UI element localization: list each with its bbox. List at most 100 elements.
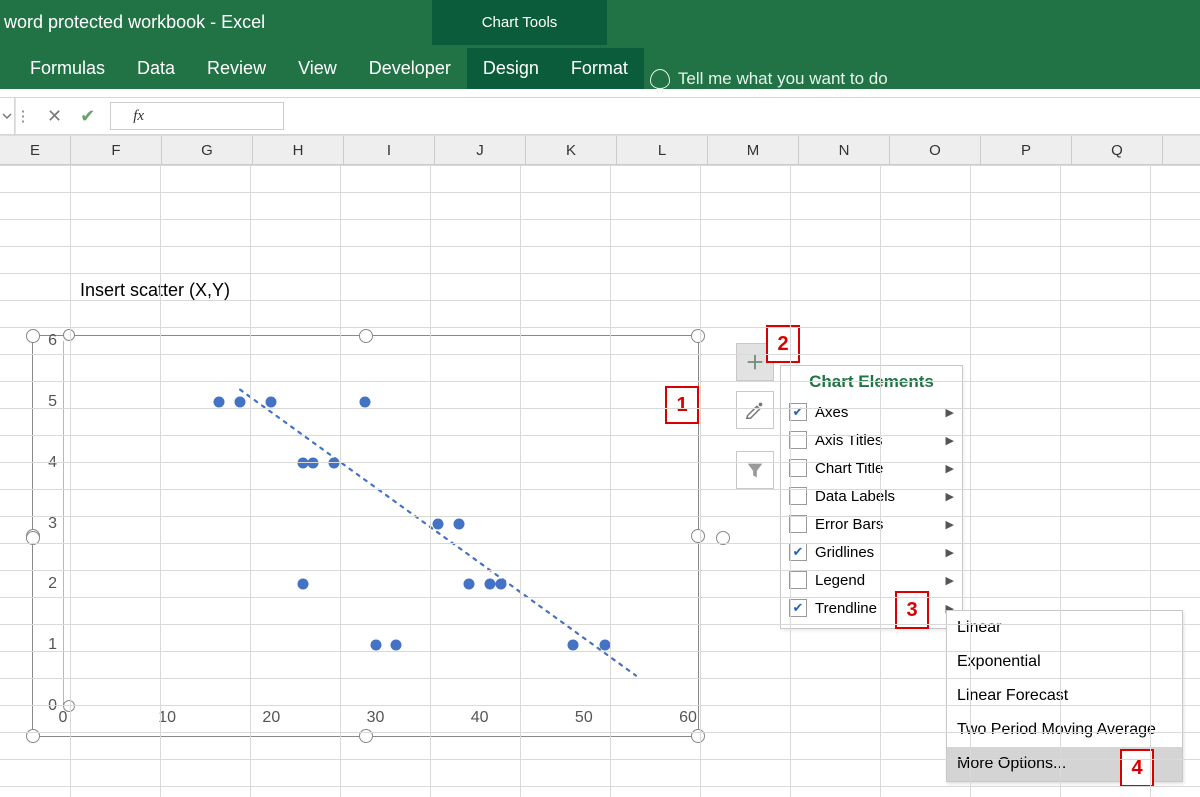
checkbox-icon[interactable] — [789, 571, 807, 589]
chart-element-item-data-labels[interactable]: Data Labels ▶ — [789, 482, 954, 510]
y-tick: 0 — [33, 697, 61, 715]
submenu-arrow-icon[interactable]: ▶ — [946, 462, 954, 475]
cell-F-text: Insert scatter (X,Y) — [80, 280, 230, 301]
col-P[interactable]: P — [981, 136, 1072, 164]
chart-styles-button[interactable] — [736, 391, 774, 429]
data-point[interactable] — [391, 640, 402, 651]
formula-bar: ⋮ ✕ ✔ fx — [0, 98, 1200, 135]
tab-design[interactable]: Design — [467, 48, 555, 89]
trendline-option-linear-forecast[interactable]: Linear Forecast — [947, 679, 1182, 713]
data-point[interactable] — [485, 579, 496, 590]
tab-data[interactable]: Data — [121, 48, 191, 89]
data-point[interactable] — [266, 396, 277, 407]
col-H[interactable]: H — [253, 136, 344, 164]
title-bar: word protected workbook - Excel Chart To… — [0, 0, 1200, 45]
chart-element-label: Trendline — [815, 600, 877, 617]
col-E[interactable]: E — [0, 136, 71, 164]
col-O[interactable]: O — [890, 136, 981, 164]
submenu-arrow-icon[interactable]: ▶ — [946, 490, 954, 503]
x-tick: 30 — [367, 709, 385, 727]
data-point[interactable] — [464, 579, 475, 590]
col-N[interactable]: N — [799, 136, 890, 164]
submenu-arrow-icon[interactable]: ▶ — [946, 546, 954, 559]
cancel-icon[interactable]: ✕ — [47, 106, 62, 127]
chart-element-label: Legend — [815, 572, 865, 589]
col-Q[interactable]: Q — [1072, 136, 1163, 164]
callout-1: 1 — [665, 386, 699, 424]
chart-element-item-axis-titles[interactable]: Axis Titles▶ — [789, 426, 954, 454]
plot-handle-n[interactable] — [63, 329, 75, 341]
callout-2: 2 — [766, 325, 800, 363]
data-point[interactable] — [599, 640, 610, 651]
chart-element-item-chart-title[interactable]: Chart Title▶ — [789, 454, 954, 482]
data-point[interactable] — [360, 396, 371, 407]
resize-handle-nw[interactable] — [26, 329, 40, 343]
ribbon-tabs: Formulas Data Review View Developer Desi… — [0, 45, 1200, 89]
plot-handle-s[interactable] — [63, 700, 75, 712]
col-L[interactable]: L — [617, 136, 708, 164]
data-point[interactable] — [433, 518, 444, 529]
data-point[interactable] — [568, 640, 579, 651]
formula-bar-split[interactable]: ⋮ — [15, 98, 30, 134]
col-K[interactable]: K — [526, 136, 617, 164]
resize-handle-n[interactable] — [359, 329, 373, 343]
chart-element-item-error-bars[interactable]: Error Bars ▶ — [789, 510, 954, 538]
x-tick: 40 — [471, 709, 489, 727]
chart-element-label: Data Labels — [815, 488, 895, 505]
contextual-tab-chart-tools: Chart Tools — [432, 0, 607, 45]
window-title: word protected workbook - Excel — [4, 12, 265, 33]
trendline-option-linear[interactable]: Linear — [947, 611, 1182, 645]
ribbon-separator — [0, 89, 1200, 98]
chart-filters-button[interactable] — [736, 451, 774, 489]
checkbox-icon[interactable] — [789, 431, 807, 449]
chart-object[interactable]: 0123456 0102030405060 — [32, 335, 699, 737]
lightbulb-icon — [650, 69, 670, 89]
resize-handle-e[interactable] — [691, 529, 705, 543]
enter-icon[interactable]: ✔ — [80, 106, 95, 127]
data-point[interactable] — [453, 518, 464, 529]
trendline-option-two-period-moving-average[interactable]: Two Period Moving Average — [947, 713, 1182, 747]
insert-function-button[interactable]: fx — [110, 102, 284, 130]
data-point[interactable] — [214, 396, 225, 407]
x-tick: 50 — [575, 709, 593, 727]
chart-elements-flyout: Chart Elements Axes▶Axis Titles▶Chart Ti… — [780, 365, 963, 629]
column-headers: E F G H I J K L M N O P Q — [0, 135, 1200, 165]
chart-element-item-axes[interactable]: Axes▶ — [789, 398, 954, 426]
tab-formulas[interactable]: Formulas — [14, 48, 121, 89]
submenu-arrow-icon[interactable]: ▶ — [946, 518, 954, 531]
col-I[interactable]: I — [344, 136, 435, 164]
data-point[interactable] — [297, 579, 308, 590]
resize-handle-ne[interactable] — [691, 329, 705, 343]
worksheet-grid[interactable]: Insert scatter (X,Y) 0123456 01020304050… — [0, 165, 1200, 797]
checkbox-icon[interactable] — [789, 403, 807, 421]
formula-bar-buttons: ✕ ✔ — [38, 106, 104, 127]
data-point[interactable] — [495, 579, 506, 590]
col-M[interactable]: M — [708, 136, 799, 164]
checkbox-icon[interactable] — [789, 599, 807, 617]
callout-4: 4 — [1120, 749, 1154, 787]
x-tick: 20 — [262, 709, 280, 727]
tab-review[interactable]: Review — [191, 48, 282, 89]
tab-developer[interactable]: Developer — [353, 48, 467, 89]
col-F[interactable]: F — [71, 136, 162, 164]
y-tick: 2 — [33, 575, 61, 593]
data-point[interactable] — [235, 396, 246, 407]
checkbox-icon[interactable] — [789, 543, 807, 561]
submenu-arrow-icon[interactable]: ▶ — [946, 574, 954, 587]
checkbox-icon[interactable] — [789, 515, 807, 533]
chart-element-label: Gridlines — [815, 544, 874, 561]
col-G[interactable]: G — [162, 136, 253, 164]
chart-element-label: Error Bars — [815, 516, 883, 533]
tell-me-search[interactable]: Tell me what you want to do — [650, 69, 888, 89]
col-J[interactable]: J — [435, 136, 526, 164]
contextual-tab-label: Chart Tools — [482, 14, 558, 31]
name-box-dropdown[interactable] — [0, 98, 15, 134]
chart-element-item-trendline[interactable]: Trendline▶ — [789, 594, 954, 622]
x-tick: 60 — [679, 709, 697, 727]
tab-format[interactable]: Format — [555, 48, 644, 89]
fx-label: fx — [133, 108, 144, 125]
tell-me-placeholder: Tell me what you want to do — [678, 69, 888, 89]
chart-element-label: Axes — [815, 404, 848, 421]
tab-view[interactable]: View — [282, 48, 353, 89]
data-point[interactable] — [370, 640, 381, 651]
